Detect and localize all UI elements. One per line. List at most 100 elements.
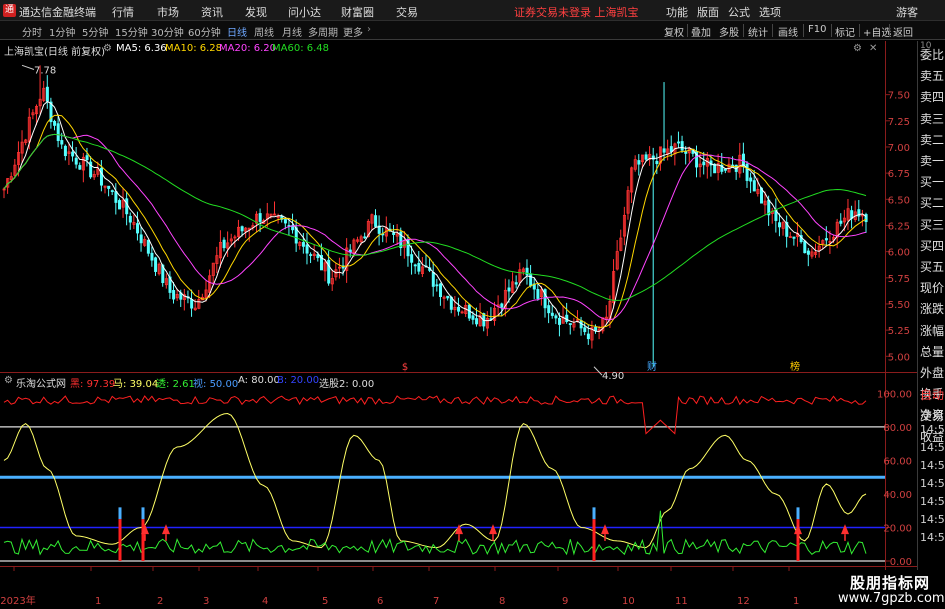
- ind-select-name: 选股2: [319, 379, 346, 390]
- candle-body: [803, 240, 807, 254]
- price-tick-label: 7.25: [888, 117, 910, 128]
- candle-body: [107, 185, 111, 189]
- x-tick-label: 10: [622, 596, 635, 607]
- candle-body: [139, 234, 143, 244]
- x-tick-label: 11: [675, 596, 688, 607]
- stock-title: 上海凯宝(日线 前复权): [4, 47, 105, 58]
- candle-body: [586, 333, 590, 340]
- ind-tou: 透: 2.61: [156, 379, 195, 390]
- sidebar-time: 14:56: [920, 441, 945, 454]
- candle-body: [662, 148, 666, 153]
- ind-black-value: 97.39: [86, 379, 116, 390]
- candle-body: [529, 273, 533, 287]
- ind-b: B: 20.00: [277, 375, 320, 386]
- sidebar-lower-label[interactable]: 交易: [920, 407, 944, 424]
- indicator-name: 乐淘公式网: [16, 379, 66, 390]
- close-icon[interactable]: ✕: [869, 43, 877, 54]
- sidebar-quote-label: 卖二: [920, 132, 945, 147]
- candle-body: [500, 303, 504, 308]
- candle-body: [110, 190, 114, 193]
- x-tick-label: 2023年: [0, 594, 35, 607]
- candle-body: [431, 271, 435, 287]
- candle-body: [417, 262, 421, 272]
- candle-body: [309, 254, 313, 256]
- ind-a: A: 80.00: [238, 375, 280, 386]
- price-tick-label: 6.75: [888, 169, 910, 180]
- up-arrow-icon: [841, 524, 849, 535]
- buy-signal-bar: [592, 519, 596, 561]
- price-tick-label: 6.50: [888, 195, 910, 206]
- sidebar-quote-label: 买三: [920, 217, 945, 232]
- candle-body: [71, 151, 75, 157]
- x-tick-label: 5: [322, 596, 328, 607]
- sidebar-quote-label: 外盘: [920, 366, 945, 380]
- candle-body: [63, 145, 67, 157]
- ma20-name: MA20: [219, 43, 248, 54]
- gear-icon[interactable]: ⚙: [103, 43, 112, 54]
- indicator-pane: [0, 392, 890, 562]
- event-marker: 财: [647, 360, 657, 373]
- candle-body: [125, 198, 129, 215]
- candle-body: [60, 140, 64, 145]
- candle-body: [258, 213, 262, 222]
- sidebar-time: 14:56: [920, 495, 945, 508]
- candle-body: [136, 223, 140, 234]
- candle-body: [392, 232, 396, 235]
- sidebar-quote-label: 总量: [920, 344, 945, 359]
- main-chart-info: 上海凯宝(日线 前复权) ⚙ MA5: 6.36 MA10: 6.28 MA20…: [0, 41, 885, 58]
- ind-tou-value: 2.61: [172, 379, 195, 390]
- sidebar-quote-label: 买四: [920, 238, 945, 253]
- candle-body: [536, 289, 540, 299]
- sidebar-quote-label: 卖四: [920, 90, 945, 105]
- candle-body: [99, 167, 103, 186]
- watermark-title: 股朋指标网: [850, 574, 931, 592]
- event-marker: $: [402, 362, 408, 373]
- settings-icon[interactable]: ⚙: [853, 43, 862, 54]
- candle-body: [741, 153, 745, 167]
- candle-body: [824, 238, 828, 241]
- ma60-label: MA60: 6.48: [272, 43, 330, 54]
- sidebar-quote-label: 委比: [920, 48, 945, 62]
- kline-chart[interactable]: 7.50 7.25 7.00 6.75 6.50 6.25 6.00 5.75 5.50 5.25…: [0, 0, 945, 609]
- watermark: 股朋指标网 www.7gpzb.com: [834, 570, 945, 609]
- indicator-gear-icon[interactable]: ⚙: [4, 375, 13, 386]
- ma5-line: [3, 101, 867, 333]
- ind-ma: 马: 39.04: [113, 379, 159, 390]
- candle-body: [702, 161, 706, 166]
- ind-a-name: A: [238, 375, 245, 386]
- candle-body: [637, 160, 641, 165]
- candle-body: [752, 180, 756, 192]
- candle-body: [514, 282, 518, 285]
- ma5-name: MA5: [116, 43, 138, 54]
- ma20-label: MA20: 6.20: [219, 43, 277, 54]
- sidebar-quote-label: 涨幅: [920, 323, 945, 338]
- buy-signal-bar: [118, 519, 122, 561]
- candle-body: [435, 284, 439, 287]
- high-pointer: [21, 64, 35, 70]
- candle-body: [53, 120, 57, 126]
- ind-b-name: B: [277, 375, 284, 386]
- ind-shi-name: 视: [193, 379, 203, 390]
- candle-body: [806, 250, 810, 255]
- ma10-name: MA10: [165, 43, 194, 54]
- candle-body: [565, 314, 569, 322]
- ma60-name: MA60: [272, 43, 301, 54]
- sidebar-time: 14:56: [920, 423, 945, 436]
- quote-sidebar: 10 委比 卖五 卖四 卖三 卖二 卖一 买一 买二 买三 买四 买五 现价 涨跌 涨幅 总量 外盘 换手 净资收…: [917, 41, 945, 581]
- sidebar-quote-label: 买二: [920, 196, 945, 211]
- candle-body: [677, 141, 681, 144]
- x-tick-label: 6: [377, 596, 383, 607]
- ind-tick-label: 100.00: [877, 389, 912, 400]
- signal-cap: [796, 507, 800, 520]
- candle-body: [525, 267, 529, 276]
- signal-cap: [118, 507, 122, 520]
- sidebar-lower-label[interactable]: 自动: [920, 386, 944, 403]
- candle-body: [146, 239, 150, 254]
- x-tick-label: 9: [562, 596, 568, 607]
- x-tick-label: 12: [737, 596, 750, 607]
- candle-body: [471, 315, 475, 320]
- candle-body: [114, 191, 118, 203]
- ind-shi-value: 50.00: [209, 379, 239, 390]
- candle-body: [374, 215, 378, 227]
- ma10-label: MA10: 6.28: [165, 43, 223, 54]
